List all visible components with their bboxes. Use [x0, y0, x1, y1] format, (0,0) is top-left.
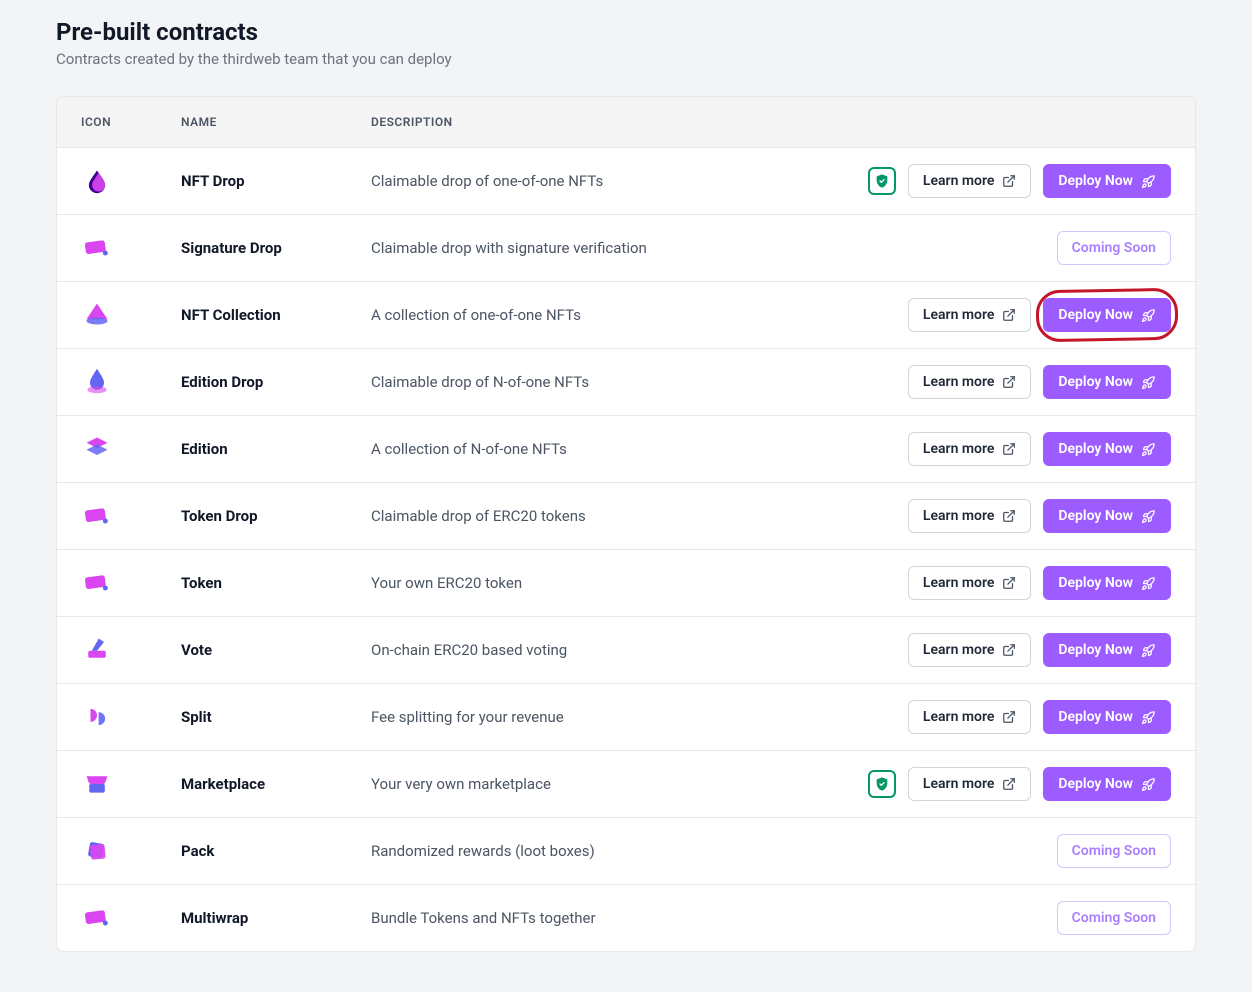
table-row: EditionA collection of N-of-one NFTsLear…	[57, 416, 1195, 483]
learn-more-button[interactable]: Learn more	[908, 767, 1031, 801]
contract-name: NFT Collection	[181, 306, 371, 324]
collection-icon	[81, 298, 113, 330]
vote-icon	[81, 633, 113, 665]
contract-description: Your very own marketplace	[371, 775, 868, 793]
contract-description: Claimable drop of N-of-one NFTs	[371, 373, 908, 391]
contract-name: Multiwrap	[181, 909, 371, 927]
table-row: MarketplaceYour very own marketplace Lear…	[57, 751, 1195, 818]
col-desc-header: DESCRIPTION	[371, 115, 1171, 129]
coming-soon-badge: Coming Soon	[1057, 834, 1171, 868]
token-drop-icon	[81, 500, 113, 532]
table-row: NFT DropClaimable drop of one-of-one NFT…	[57, 148, 1195, 215]
external-link-icon	[1002, 375, 1016, 389]
contracts-table: ICON NAME DESCRIPTION NFT DropClaimable …	[56, 96, 1196, 952]
deploy-now-button[interactable]: Deploy Now	[1043, 432, 1171, 466]
contract-name: Edition Drop	[181, 373, 371, 391]
page-subtitle: Contracts created by the thirdweb team t…	[56, 50, 1196, 68]
learn-more-button[interactable]: Learn more	[908, 633, 1031, 667]
signature-icon	[81, 232, 113, 264]
contract-name: NFT Drop	[181, 172, 371, 190]
contract-name: Edition	[181, 440, 371, 458]
contract-description: Fee splitting for your revenue	[371, 708, 908, 726]
external-link-icon	[1002, 442, 1016, 456]
deploy-now-button[interactable]: Deploy Now	[1043, 499, 1171, 533]
contract-name: Token Drop	[181, 507, 371, 525]
split-icon	[81, 701, 113, 733]
pack-icon	[81, 835, 113, 867]
contract-description: Bundle Tokens and NFTs together	[371, 909, 1057, 927]
edition-icon	[81, 432, 113, 464]
table-row: MultiwrapBundle Tokens and NFTs together…	[57, 885, 1195, 951]
contract-description: A collection of N-of-one NFTs	[371, 440, 908, 458]
external-link-icon	[1002, 777, 1016, 791]
contract-name: Split	[181, 708, 371, 726]
coming-soon-badge: Coming Soon	[1057, 901, 1171, 935]
contract-description: Your own ERC20 token	[371, 574, 908, 592]
rocket-icon	[1141, 308, 1156, 323]
rocket-icon	[1141, 643, 1156, 658]
table-row: TokenYour own ERC20 tokenLearn more Deplo…	[57, 550, 1195, 617]
learn-more-button[interactable]: Learn more	[908, 432, 1031, 466]
coming-soon-badge: Coming Soon	[1057, 231, 1171, 265]
external-link-icon	[1002, 710, 1016, 724]
contract-description: A collection of one-of-one NFTs	[371, 306, 908, 324]
contract-name: Vote	[181, 641, 371, 659]
audited-badge	[868, 167, 896, 195]
deploy-now-button[interactable]: Deploy Now	[1043, 767, 1171, 801]
table-row: Signature DropClaimable drop with signat…	[57, 215, 1195, 282]
contract-description: Claimable drop of ERC20 tokens	[371, 507, 908, 525]
table-header: ICON NAME DESCRIPTION	[57, 97, 1195, 148]
audited-badge	[868, 770, 896, 798]
contract-description: Claimable drop of one-of-one NFTs	[371, 172, 868, 190]
contract-name: Marketplace	[181, 775, 371, 793]
col-name-header: NAME	[181, 115, 371, 129]
contract-description: On-chain ERC20 based voting	[371, 641, 908, 659]
external-link-icon	[1002, 174, 1016, 188]
rocket-icon	[1141, 576, 1156, 591]
rocket-icon	[1141, 375, 1156, 390]
external-link-icon	[1002, 509, 1016, 523]
table-row: Edition DropClaimable drop of N-of-one N…	[57, 349, 1195, 416]
rocket-icon	[1141, 710, 1156, 725]
deploy-now-button[interactable]: Deploy Now	[1043, 633, 1171, 667]
external-link-icon	[1002, 308, 1016, 322]
contract-description: Claimable drop with signature verificati…	[371, 239, 1057, 257]
table-row: Token DropClaimable drop of ERC20 tokens…	[57, 483, 1195, 550]
edition-drop-icon	[81, 365, 113, 397]
contract-name: Pack	[181, 842, 371, 860]
external-link-icon	[1002, 576, 1016, 590]
learn-more-button[interactable]: Learn more	[908, 566, 1031, 600]
page-title: Pre-built contracts	[56, 18, 1196, 46]
learn-more-button[interactable]: Learn more	[908, 365, 1031, 399]
col-icon-header: ICON	[81, 115, 181, 129]
deploy-now-button[interactable]: Deploy Now	[1043, 164, 1171, 198]
table-row: NFT CollectionA collection of one-of-one…	[57, 282, 1195, 349]
learn-more-button[interactable]: Learn more	[908, 499, 1031, 533]
deploy-now-button[interactable]: Deploy Now	[1043, 566, 1171, 600]
drop-icon	[81, 165, 113, 197]
table-row: PackRandomized rewards (loot boxes)Comin…	[57, 818, 1195, 885]
contract-name: Token	[181, 574, 371, 592]
deploy-now-button[interactable]: Deploy Now	[1043, 365, 1171, 399]
rocket-icon	[1141, 174, 1156, 189]
token-icon	[81, 567, 113, 599]
learn-more-button[interactable]: Learn more	[908, 700, 1031, 734]
external-link-icon	[1002, 643, 1016, 657]
deploy-now-button[interactable]: Deploy Now	[1043, 700, 1171, 734]
table-row: VoteOn-chain ERC20 based votingLearn mor…	[57, 617, 1195, 684]
learn-more-button[interactable]: Learn more	[908, 164, 1031, 198]
marketplace-icon	[81, 768, 113, 800]
contract-description: Randomized rewards (loot boxes)	[371, 842, 1057, 860]
rocket-icon	[1141, 777, 1156, 792]
rocket-icon	[1141, 442, 1156, 457]
contract-name: Signature Drop	[181, 239, 371, 257]
deploy-now-button[interactable]: Deploy Now	[1043, 298, 1171, 332]
multiwrap-icon	[81, 902, 113, 934]
learn-more-button[interactable]: Learn more	[908, 298, 1031, 332]
rocket-icon	[1141, 509, 1156, 524]
table-row: SplitFee splitting for your revenueLearn…	[57, 684, 1195, 751]
